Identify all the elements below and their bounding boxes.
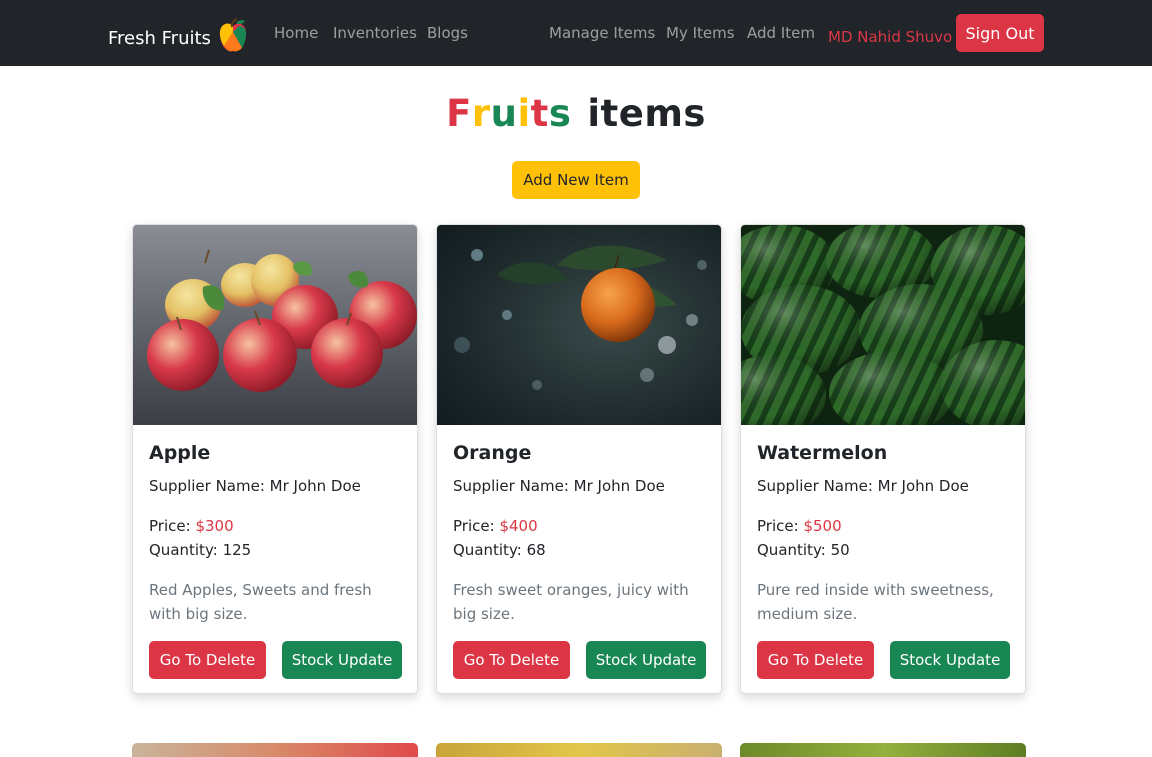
price-label: Price: <box>149 517 191 535</box>
nav-inventories[interactable]: Inventories <box>333 24 417 42</box>
brand[interactable]: Fresh Fruits <box>108 18 249 57</box>
item-card-orange: Orange Supplier Name: Mr John Doe Price:… <box>436 224 722 694</box>
item-card-apple: Apple Supplier Name: Mr John Doe Price: … <box>132 224 418 694</box>
supplier-value: Mr John Doe <box>573 477 665 495</box>
title-letter: u <box>490 92 518 135</box>
next-card-peek <box>132 743 418 757</box>
item-description: Red Apples, Sweets and fresh with big si… <box>149 581 372 623</box>
item-card-watermelon: Watermelon Supplier Name: Mr John Doe Pr… <box>740 224 1026 694</box>
item-description: Fresh sweet oranges, juicy with big size… <box>453 581 689 623</box>
brand-name: Fresh Fruits <box>108 27 211 49</box>
add-new-item-button[interactable]: Add New Item <box>512 161 640 199</box>
title-letter: s <box>548 92 572 135</box>
quantity: Quantity: 68 <box>453 541 546 559</box>
price: Price: $500 <box>757 517 842 535</box>
apple-logo-icon <box>219 18 246 52</box>
stock-update-button[interactable]: Stock Update <box>890 641 1010 679</box>
supplier-label: Supplier Name: <box>149 477 265 495</box>
page-title: Fruits items <box>0 92 1152 135</box>
price-value: $400 <box>499 517 538 535</box>
nav-home[interactable]: Home <box>274 24 318 42</box>
next-card-peek <box>740 743 1026 757</box>
title-letter: F <box>446 92 472 135</box>
supplier-value: Mr John Doe <box>269 477 361 495</box>
supplier: Supplier Name: Mr John Doe <box>149 477 361 495</box>
quantity-value: 125 <box>222 541 252 559</box>
watermelon-photo-icon <box>741 225 1025 425</box>
item-name: Orange <box>453 442 532 464</box>
item-description: Pure red inside with sweetness, medium s… <box>757 581 994 623</box>
quantity: Quantity: 125 <box>149 541 251 559</box>
price-label: Price: <box>757 517 799 535</box>
title-letter: r <box>471 92 491 135</box>
supplier: Supplier Name: Mr John Doe <box>757 477 969 495</box>
stock-update-button[interactable]: Stock Update <box>586 641 706 679</box>
stock-update-button[interactable]: Stock Update <box>282 641 402 679</box>
nav-add-item[interactable]: Add Item <box>747 24 815 42</box>
quantity-value: 68 <box>526 541 546 559</box>
apple-photo-icon <box>133 225 417 425</box>
supplier-label: Supplier Name: <box>453 477 569 495</box>
quantity-label: Quantity: <box>453 541 522 559</box>
title-letter: t <box>530 92 549 135</box>
item-name: Apple <box>149 442 211 464</box>
title-letter: i <box>517 92 531 135</box>
navbar: Fresh Fruits Home Inventories Blogs Mana… <box>0 0 1152 66</box>
supplier: Supplier Name: Mr John Doe <box>453 477 665 495</box>
nav-my-items[interactable]: My Items <box>666 24 735 42</box>
quantity-label: Quantity: <box>757 541 826 559</box>
quantity: Quantity: 50 <box>757 541 850 559</box>
sign-out-button[interactable]: Sign Out <box>956 14 1044 52</box>
nav-blogs[interactable]: Blogs <box>427 24 468 42</box>
next-card-peek <box>436 743 722 757</box>
title-rest: items <box>587 92 706 135</box>
price-label: Price: <box>453 517 495 535</box>
supplier-value: Mr John Doe <box>877 477 969 495</box>
go-to-delete-button[interactable]: Go To Delete <box>453 641 570 679</box>
orange-image <box>437 225 721 425</box>
watermelon-image <box>741 225 1025 425</box>
price: Price: $300 <box>149 517 234 535</box>
go-to-delete-button[interactable]: Go To Delete <box>757 641 874 679</box>
go-to-delete-button[interactable]: Go To Delete <box>149 641 266 679</box>
apple-image <box>133 225 417 425</box>
item-name: Watermelon <box>757 442 888 464</box>
quantity-label: Quantity: <box>149 541 218 559</box>
price-value: $500 <box>803 517 842 535</box>
orange-photo-icon <box>437 225 721 425</box>
nav-manage-items[interactable]: Manage Items <box>549 24 655 42</box>
price: Price: $400 <box>453 517 538 535</box>
user-name: MD Nahid Shuvo <box>828 28 953 46</box>
supplier-label: Supplier Name: <box>757 477 873 495</box>
price-value: $300 <box>195 517 234 535</box>
quantity-value: 50 <box>830 541 850 559</box>
